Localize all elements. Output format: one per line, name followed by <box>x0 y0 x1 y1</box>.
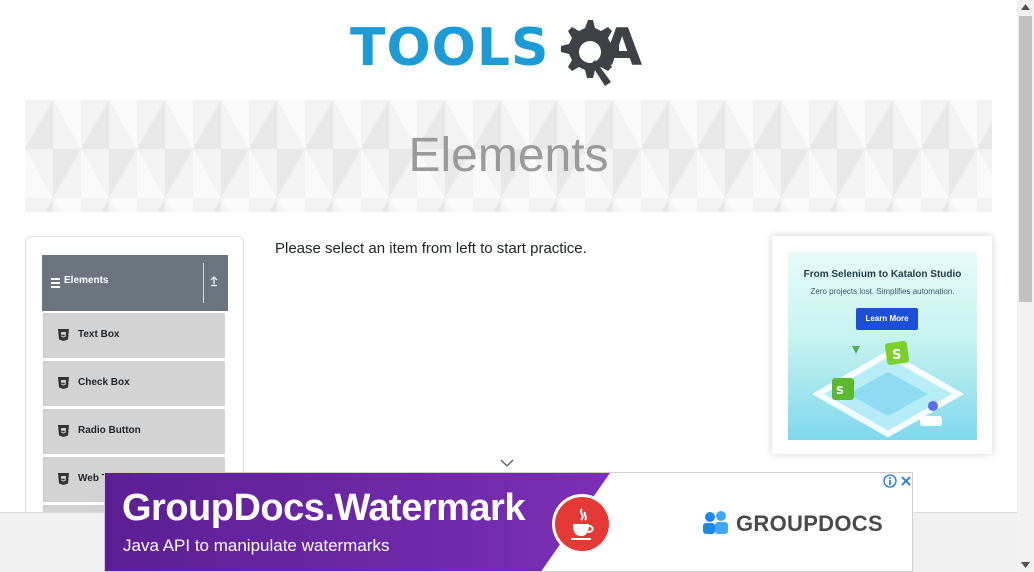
page-banner: Elements <box>25 100 992 212</box>
logo-text-a: A <box>602 18 644 78</box>
html5-icon <box>58 473 69 485</box>
bottom-ad-title: GroupDocs.Watermark <box>122 487 525 529</box>
sidebar-item-radio-button[interactable]: Radio Button <box>43 409 225 454</box>
arrow-up-icon[interactable] <box>209 275 219 287</box>
hamburger-icon <box>51 278 60 288</box>
groupdocs-logo-icon <box>703 511 728 534</box>
side-ad-title: From Selenium to Katalon Studio <box>803 269 962 280</box>
info-icon[interactable] <box>883 474 897 488</box>
sidebar-item-check-box[interactable]: Check Box <box>43 361 225 406</box>
sidebar-item-label: Radio Button <box>78 425 141 436</box>
practice-instruction: Please select an item from left to start… <box>275 240 587 257</box>
learn-more-button[interactable]: Learn More <box>856 308 918 330</box>
close-icon[interactable] <box>899 474 913 488</box>
side-advertisement[interactable]: From Selenium to Katalon Studio Zero pro… <box>772 236 992 454</box>
sidebar-item-text-box[interactable]: Text Box <box>43 313 225 358</box>
sidebar-item-label: Text Box <box>78 329 120 340</box>
header-divider <box>203 263 204 303</box>
scroll-up-arrow-icon[interactable] <box>1021 4 1030 10</box>
scrollbar-thumb[interactable] <box>1019 16 1032 302</box>
bottom-ad-subtitle: Java API to manipulate watermarks <box>123 536 390 555</box>
html5-icon <box>58 329 69 341</box>
isometric-illustration-icon: S S <box>811 340 965 438</box>
svg-text:S: S <box>892 348 901 363</box>
sidebar-item-label: Check Box <box>78 377 130 388</box>
vertical-scrollbar[interactable] <box>1017 0 1034 572</box>
scroll-down-arrow-icon[interactable] <box>1021 562 1030 568</box>
bottom-advertisement[interactable]: GroupDocs.Watermark Java API to manipula… <box>104 472 913 572</box>
site-logo[interactable]: TOOLS A <box>350 16 680 92</box>
java-cup-icon <box>571 508 594 540</box>
html5-icon <box>58 377 69 389</box>
side-ad-subtitle: Zero projects lost. Simplifies automatio… <box>810 287 955 296</box>
side-ad-creative: From Selenium to Katalon Studio Zero pro… <box>788 252 977 440</box>
chevron-down-icon[interactable] <box>500 459 514 468</box>
svg-text:S: S <box>836 384 844 397</box>
page-title: Elements <box>408 129 609 182</box>
logo-text-tools: TOOLS <box>350 18 550 78</box>
groupdocs-brand: GROUPDOCS <box>736 511 883 536</box>
html5-icon <box>58 425 69 437</box>
sidebar-group-label: Elements <box>64 275 109 286</box>
sidebar-group-elements[interactable]: Elements <box>42 255 228 311</box>
